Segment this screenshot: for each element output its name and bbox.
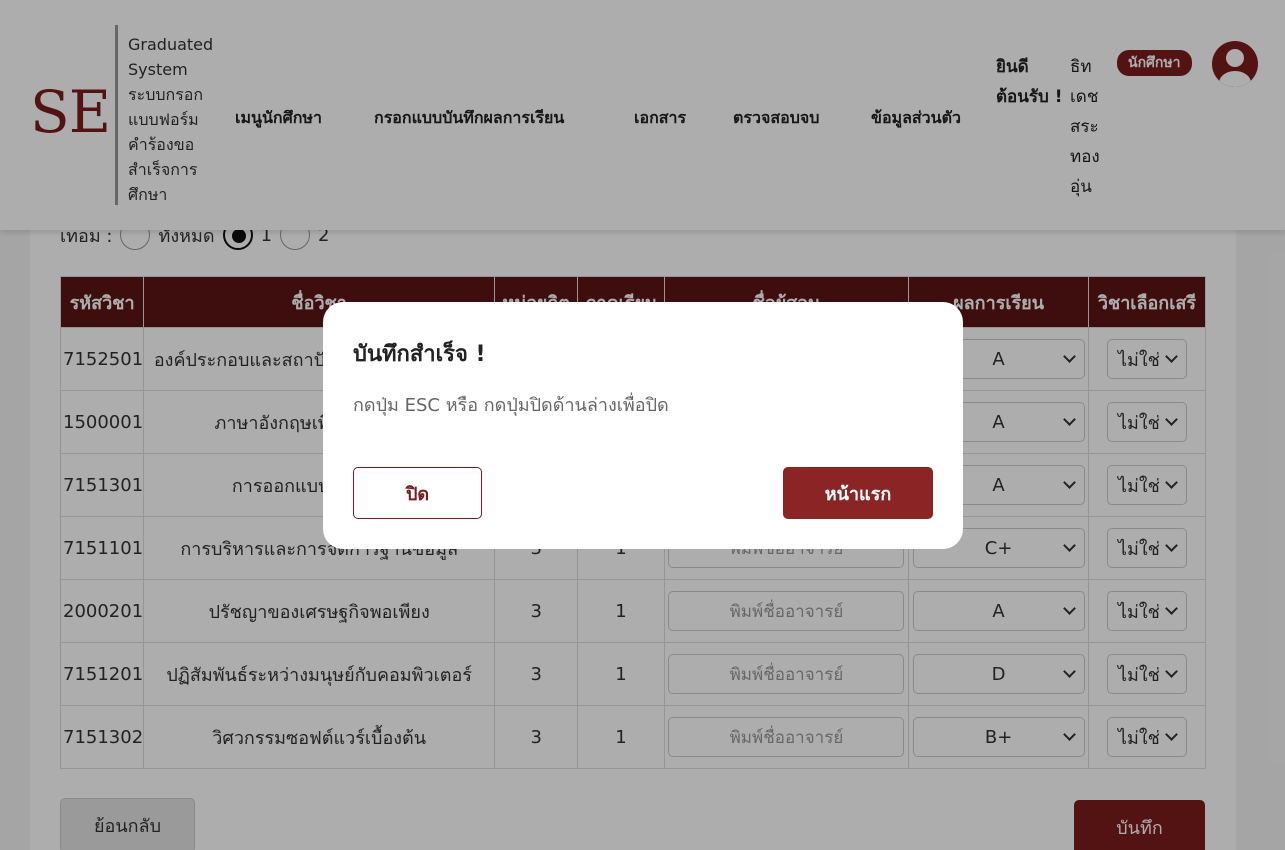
modal-home-button[interactable]: หน้าแรก bbox=[783, 467, 933, 519]
modal-message: กดปุ่ม ESC หรือ กดปุ่มปิดด้านล่างเพื่อปิ… bbox=[353, 395, 669, 416]
modal-close-button[interactable]: ปิด bbox=[353, 467, 482, 519]
success-modal: บันทึกสำเร็จ ! กดปุ่ม ESC หรือ กดปุ่มปิด… bbox=[323, 302, 963, 549]
modal-title: บันทึกสำเร็จ ! bbox=[353, 342, 486, 367]
